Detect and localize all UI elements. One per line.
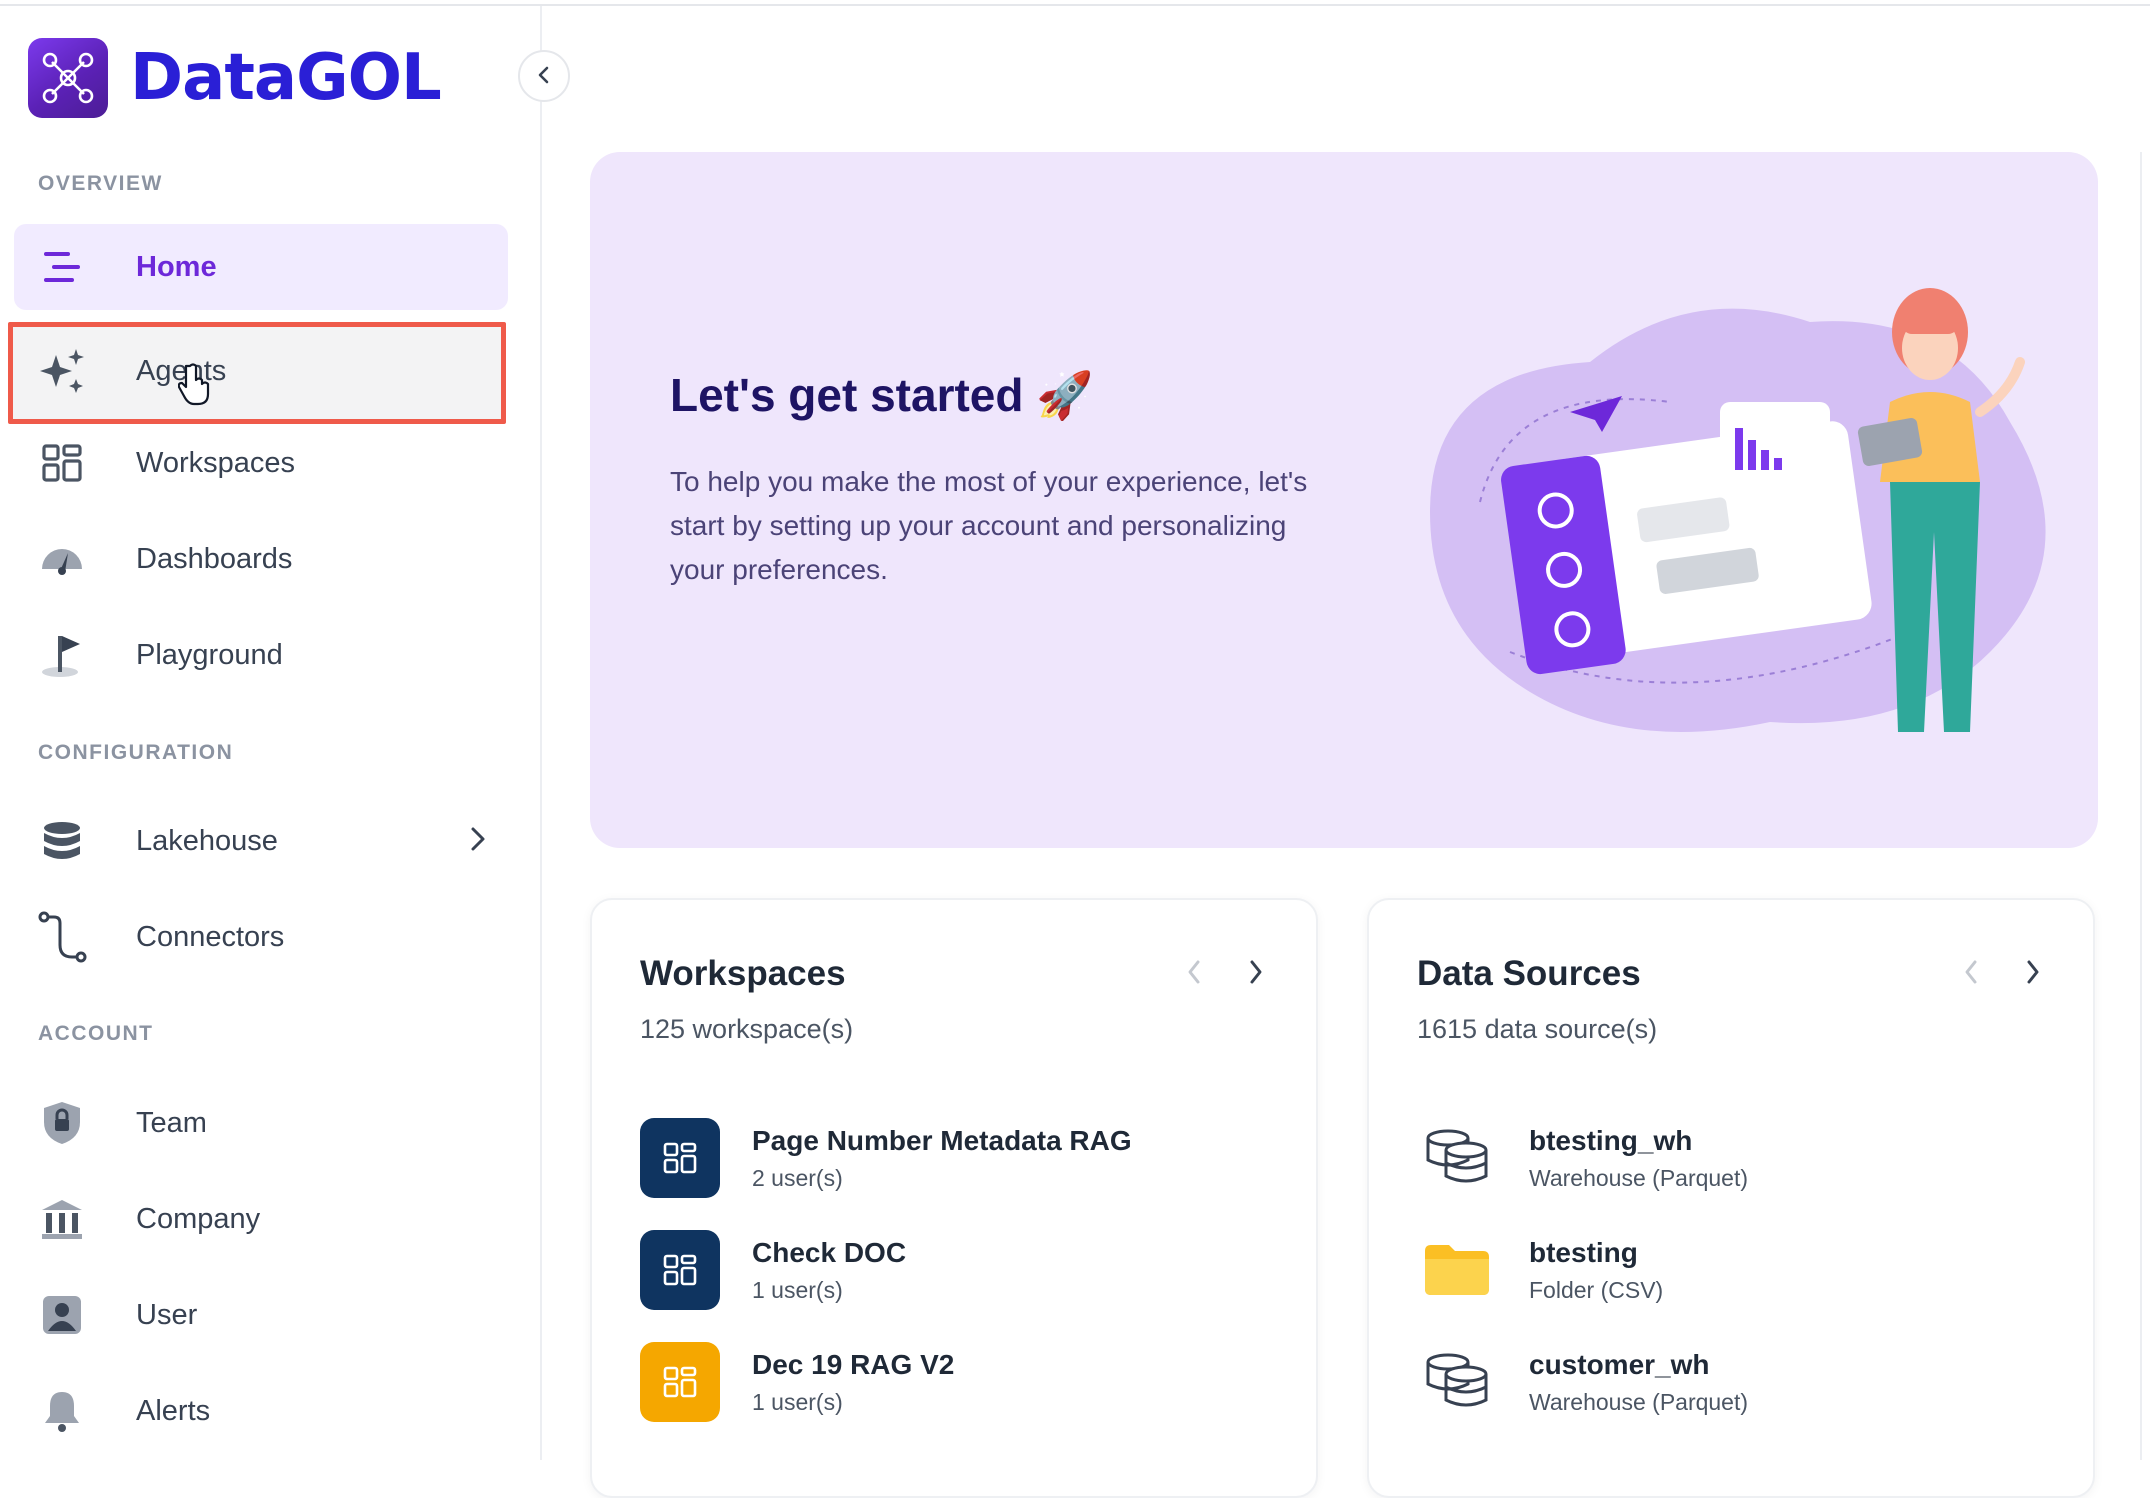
workspace-count: 125 workspace(s) <box>640 1014 854 1044</box>
sidebar-item-label: Connectors <box>136 920 285 953</box>
sidebar-item-company[interactable]: Company <box>14 1176 508 1262</box>
sidebar-item-dashboards[interactable]: Dashboards <box>14 516 508 602</box>
gauge-icon <box>36 533 88 585</box>
workspace-name: Dec 19 RAG V2 <box>752 1348 955 1380</box>
bank-icon <box>36 1193 88 1245</box>
workspace-users: 2 user(s) <box>752 1164 843 1191</box>
card-title: Data Sources <box>1417 954 1641 993</box>
data-sources-card: Data Sources 1615 data source(s) btestin… <box>1367 898 2095 1498</box>
collapse-sidebar-button[interactable] <box>518 50 570 102</box>
sidebar-item-connectors[interactable]: Connectors <box>14 894 508 980</box>
list-item[interactable]: Check DOC 1 user(s) <box>640 1230 906 1310</box>
data-source-name: btesting <box>1529 1236 1638 1268</box>
database-icon <box>36 815 88 867</box>
flag-icon <box>36 629 88 681</box>
card-title: Workspaces <box>640 954 846 993</box>
app-logo[interactable]: DataGOL <box>28 38 442 118</box>
hero-title: Let's get started 🚀 <box>670 369 1094 421</box>
warehouse-icon <box>1417 1342 1497 1422</box>
hand-cursor-icon <box>177 362 214 411</box>
workspace-grid-icon <box>640 1230 720 1310</box>
sidebar-item-label: Home <box>136 250 217 283</box>
sidebar-item-team[interactable]: Team <box>14 1080 508 1166</box>
workspace-name: Page Number Metadata RAG <box>752 1124 1132 1156</box>
chevron-right-icon <box>470 826 486 857</box>
workspaces-card: Workspaces 125 workspace(s) Page Number … <box>590 898 1318 1498</box>
list-item[interactable]: btesting Folder (CSV) <box>1417 1230 1663 1310</box>
warehouse-icon <box>1417 1118 1497 1198</box>
list-item[interactable]: customer_wh Warehouse (Parquet) <box>1417 1342 1748 1422</box>
sidebar-item-label: Lakehouse <box>136 824 278 857</box>
data-source-type: Warehouse (Parquet) <box>1529 1164 1749 1191</box>
workspace-users: 1 user(s) <box>752 1388 843 1415</box>
workspace-grid-icon <box>640 1342 720 1422</box>
home-lines-icon <box>36 241 88 293</box>
sidebar-item-workspaces[interactable]: Workspaces <box>14 420 508 506</box>
workspace-grid-icon <box>640 1118 720 1198</box>
app-name: DataGOL <box>130 41 442 115</box>
getting-started-banner: Let's get started 🚀 To help you make the… <box>590 152 2098 848</box>
sidebar: DataGOL OVERVIEW Home Agents Workspaces … <box>0 6 542 1460</box>
bell-icon <box>36 1385 88 1437</box>
adjacent-panel-edge <box>2140 152 2150 1460</box>
next-page-button[interactable] <box>1248 958 1264 991</box>
user-icon <box>36 1289 88 1341</box>
list-item[interactable]: Dec 19 RAG V2 1 user(s) <box>640 1342 954 1422</box>
sidebar-item-label: Team <box>136 1106 207 1139</box>
section-account: ACCOUNT <box>38 1022 154 1045</box>
prev-page-button[interactable] <box>1186 958 1202 991</box>
sidebar-item-label: User <box>136 1298 198 1331</box>
section-overview: OVERVIEW <box>38 172 163 195</box>
sidebar-item-agents[interactable]: Agents <box>14 328 508 414</box>
sidebar-item-home[interactable]: Home <box>14 224 508 310</box>
list-item[interactable]: btesting_wh Warehouse (Parquet) <box>1417 1118 1748 1198</box>
grid-icon <box>36 437 88 489</box>
data-source-type: Folder (CSV) <box>1529 1276 1664 1303</box>
next-page-button[interactable] <box>2025 958 2041 991</box>
data-source-name: btesting_wh <box>1529 1124 1693 1156</box>
sidebar-item-label: Company <box>136 1202 261 1235</box>
shield-lock-icon <box>36 1097 88 1149</box>
sidebar-item-playground[interactable]: Playground <box>14 612 508 698</box>
sidebar-item-label: Dashboards <box>136 542 293 575</box>
sidebar-item-label: Alerts <box>136 1394 211 1427</box>
sidebar-item-alerts[interactable]: Alerts <box>14 1368 508 1454</box>
sidebar-item-label: Playground <box>136 638 283 671</box>
sidebar-item-label: Workspaces <box>136 446 296 479</box>
hero-description: To help you make the most of your experi… <box>670 466 1308 585</box>
chevron-left-icon <box>537 65 551 88</box>
workspace-users: 1 user(s) <box>752 1276 843 1303</box>
folder-icon <box>1417 1230 1497 1310</box>
onboarding-illustration <box>1390 252 2070 757</box>
data-source-name: customer_wh <box>1529 1348 1710 1380</box>
sidebar-item-user[interactable]: User <box>14 1272 508 1358</box>
connector-icon <box>36 911 88 963</box>
data-source-type: Warehouse (Parquet) <box>1529 1388 1749 1415</box>
sidebar-item-lakehouse[interactable]: Lakehouse <box>14 798 508 884</box>
data-source-count: 1615 data source(s) <box>1417 1014 1658 1044</box>
section-configuration: CONFIGURATION <box>38 741 234 764</box>
sparkles-icon <box>36 345 88 397</box>
list-item[interactable]: Page Number Metadata RAG 2 user(s) <box>640 1118 1132 1198</box>
prev-page-button[interactable] <box>1963 958 1979 991</box>
workspace-name: Check DOC <box>752 1236 907 1268</box>
datagol-logo-icon <box>28 38 108 118</box>
